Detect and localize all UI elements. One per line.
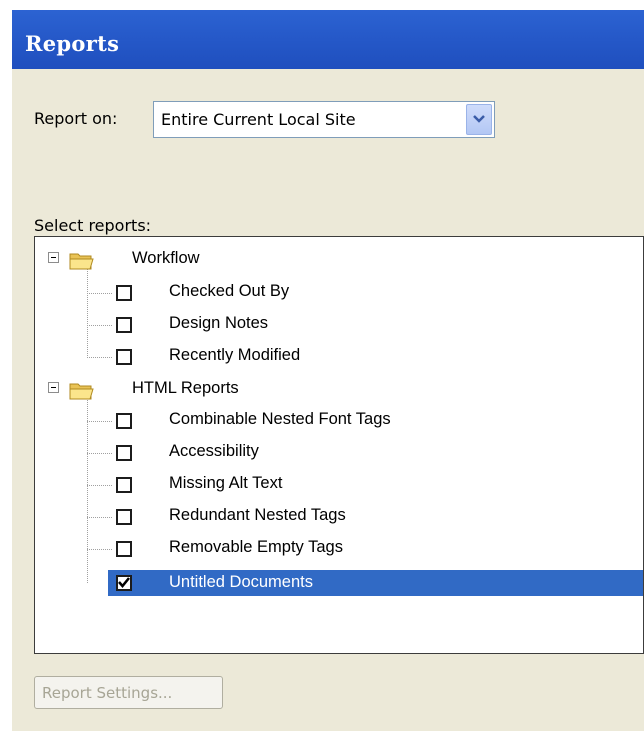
checkbox-redundant-nested-tags[interactable] <box>116 509 132 525</box>
tree-row-selected[interactable]: Untitled Documents <box>108 570 643 596</box>
report-settings-label: Report Settings... <box>42 684 173 702</box>
checkbox-combinable-nested-font-tags[interactable] <box>116 413 132 429</box>
checkbox-recently-modified[interactable] <box>116 349 132 365</box>
chevron-down-icon <box>473 115 485 123</box>
tree-connector <box>87 485 112 486</box>
group-label-html-reports[interactable]: HTML Reports <box>132 379 239 398</box>
group-label-workflow[interactable]: Workflow <box>132 249 200 268</box>
dropdown-button[interactable] <box>466 104 492 135</box>
tree-connector <box>87 421 112 422</box>
window-title: Reports <box>25 31 120 56</box>
item-label-removable-empty-tags[interactable]: Removable Empty Tags <box>169 538 343 557</box>
checkbox-accessibility[interactable] <box>116 445 132 461</box>
item-label-recently-modified[interactable]: Recently Modified <box>169 346 300 365</box>
item-label-accessibility[interactable]: Accessibility <box>169 442 259 461</box>
tree-connector <box>87 265 88 356</box>
checkbox-untitled-documents[interactable] <box>116 575 132 591</box>
tree-connector <box>87 517 112 518</box>
report-on-value: Entire Current Local Site <box>161 110 356 129</box>
checkbox-design-notes[interactable] <box>116 317 132 333</box>
tree-connector <box>87 397 88 583</box>
item-label-redundant-nested-tags[interactable]: Redundant Nested Tags <box>169 506 346 525</box>
select-reports-label: Select reports: <box>34 216 152 235</box>
item-label-missing-alt-text[interactable]: Missing Alt Text <box>169 474 282 493</box>
checkmark-icon <box>118 577 130 588</box>
collapse-toggle-workflow[interactable] <box>48 252 59 263</box>
item-label-design-notes[interactable]: Design Notes <box>169 314 268 333</box>
checkbox-removable-empty-tags[interactable] <box>116 541 132 557</box>
item-label-checked-out-by[interactable]: Checked Out By <box>169 282 289 301</box>
tree-connector <box>87 293 112 294</box>
tree-connector <box>87 325 112 326</box>
item-label-untitled-documents[interactable]: Untitled Documents <box>169 573 313 592</box>
reports-dialog: Reports Report on: Entire Current Local … <box>12 10 644 731</box>
report-on-label: Report on: <box>34 109 118 128</box>
checkbox-missing-alt-text[interactable] <box>116 477 132 493</box>
reports-tree[interactable]: Workflow Checked Out By Design Notes Rec… <box>34 236 644 654</box>
collapse-toggle-html-reports[interactable] <box>48 382 59 393</box>
report-on-select[interactable]: Entire Current Local Site <box>153 101 495 138</box>
tree-connector <box>87 549 112 550</box>
tree-connector <box>87 357 112 358</box>
title-bar[interactable]: Reports <box>12 10 644 69</box>
tree-connector <box>87 453 112 454</box>
item-label-combinable-nested-font-tags[interactable]: Combinable Nested Font Tags <box>169 410 391 429</box>
checkbox-checked-out-by[interactable] <box>116 285 132 301</box>
folder-open-icon <box>69 383 94 400</box>
report-settings-button[interactable]: Report Settings... <box>34 676 223 709</box>
folder-open-icon <box>69 253 94 270</box>
